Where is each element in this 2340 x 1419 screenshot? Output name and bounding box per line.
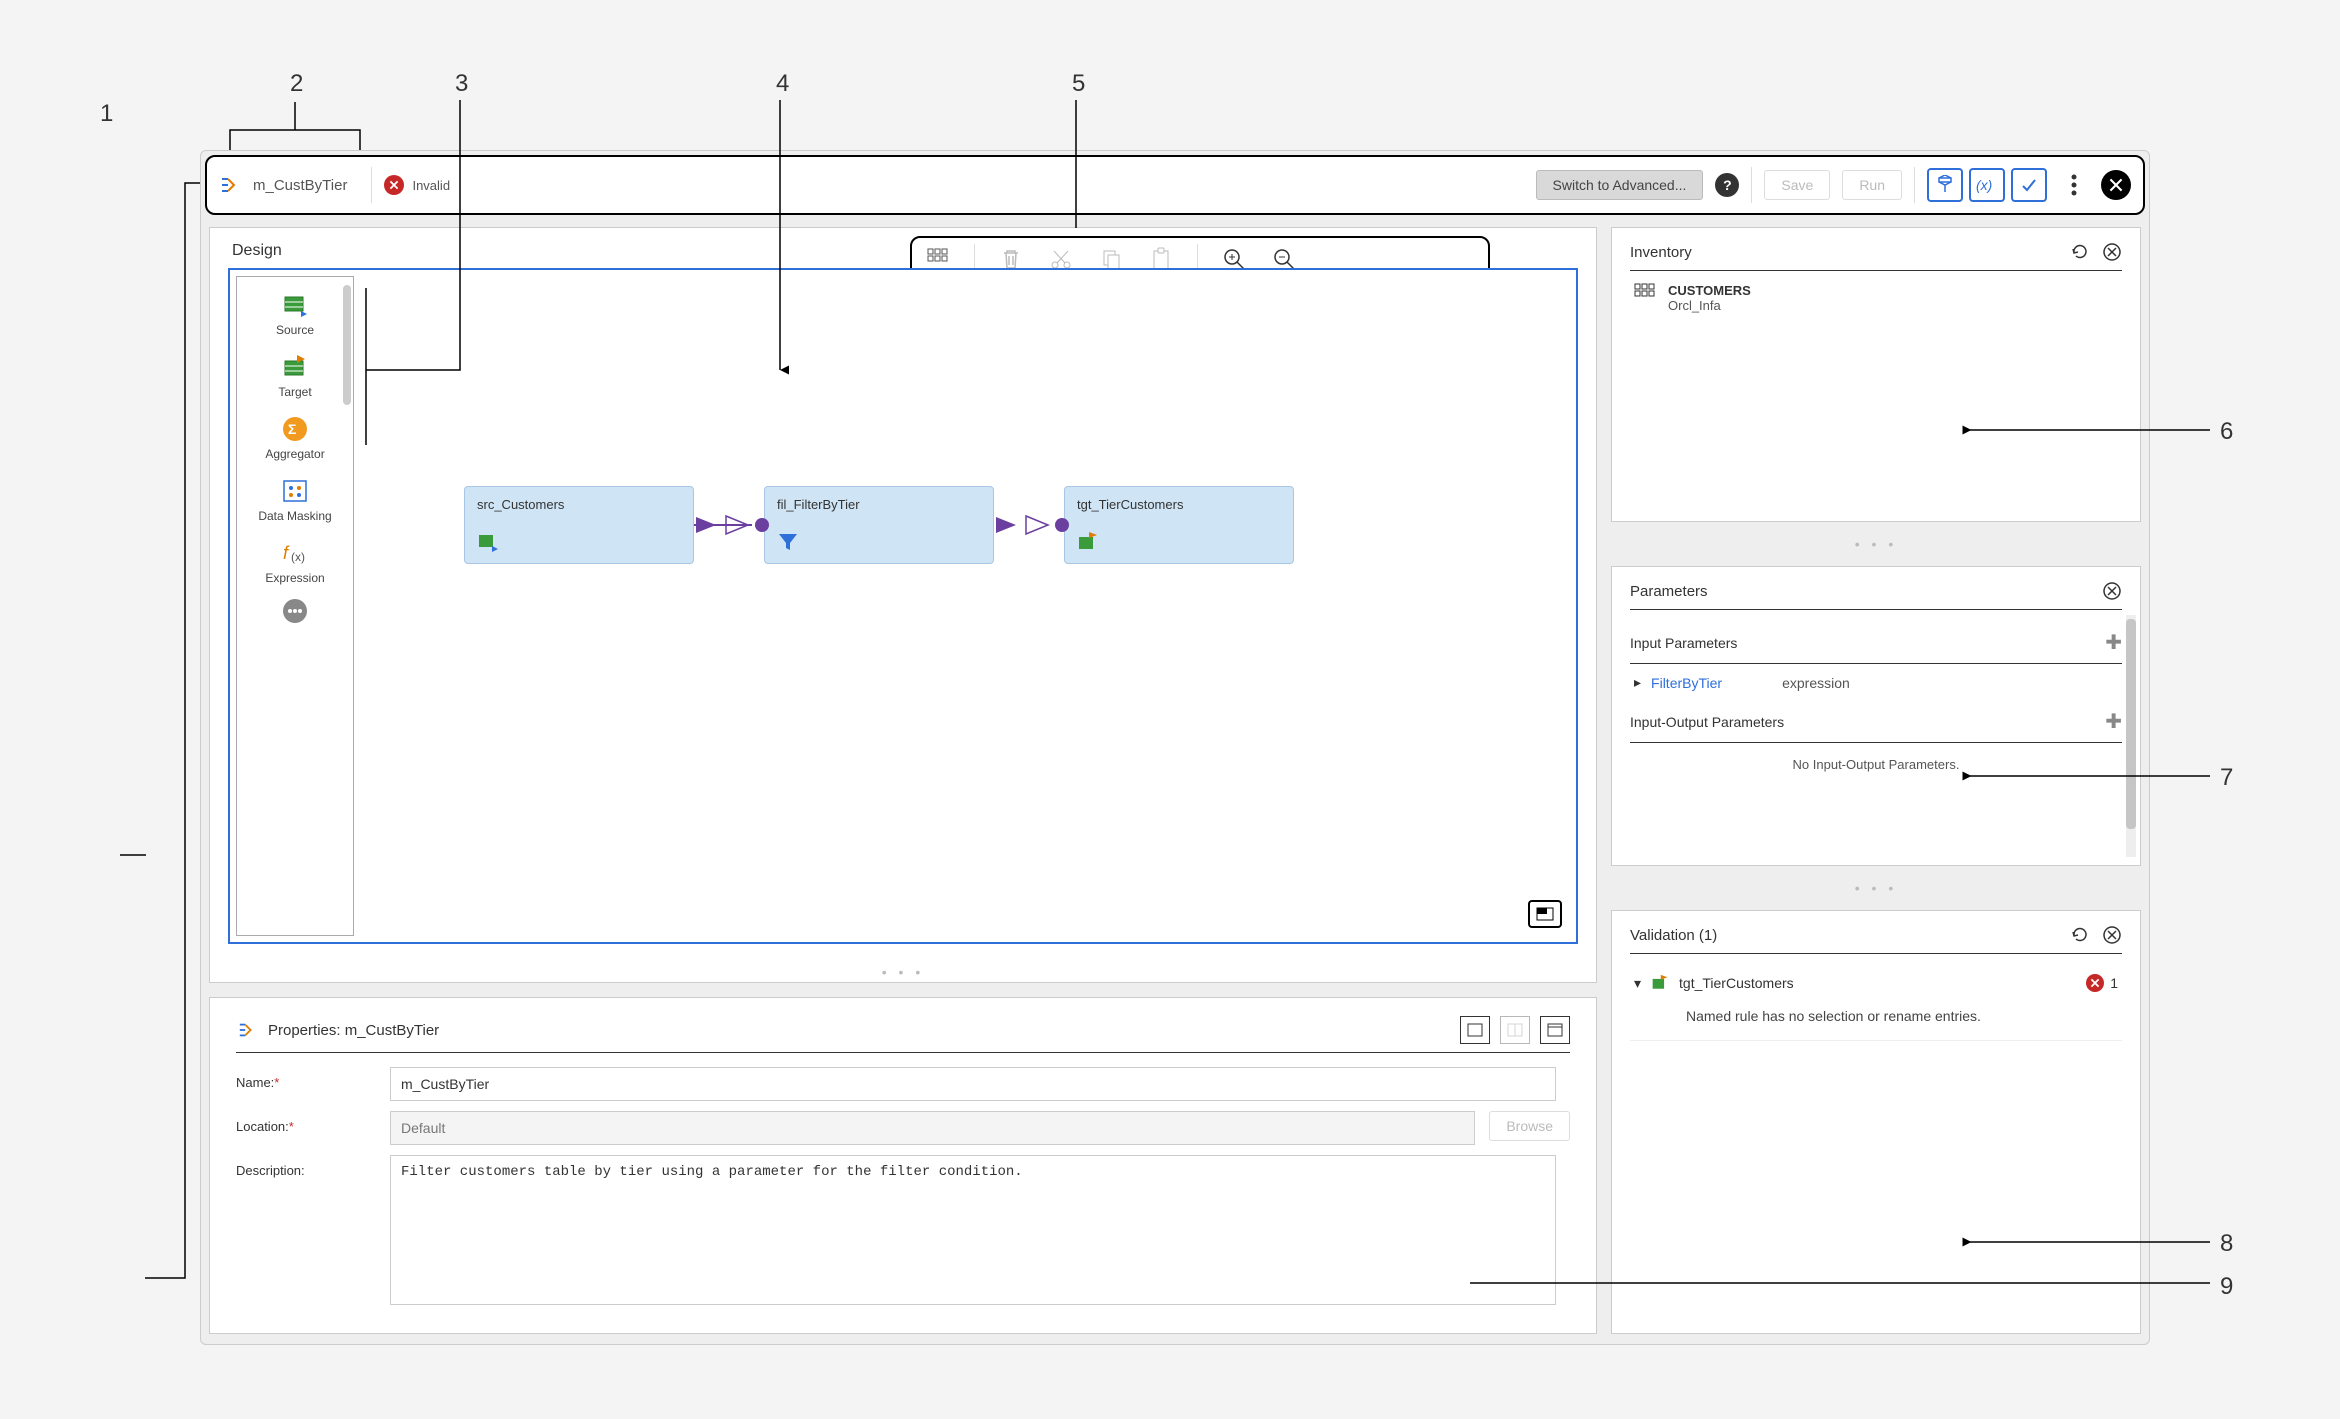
callout-1: 1	[100, 100, 113, 128]
callout-9: 9	[2220, 1273, 2233, 1301]
callout-8: 8	[2220, 1230, 2233, 1258]
callout-2: 2	[290, 70, 303, 98]
callout-4: 4	[776, 70, 789, 98]
callout-3: 3	[455, 70, 468, 98]
callout-6: 6	[2220, 418, 2233, 446]
callout-7: 7	[2220, 764, 2233, 792]
callout-5: 5	[1072, 70, 1085, 98]
